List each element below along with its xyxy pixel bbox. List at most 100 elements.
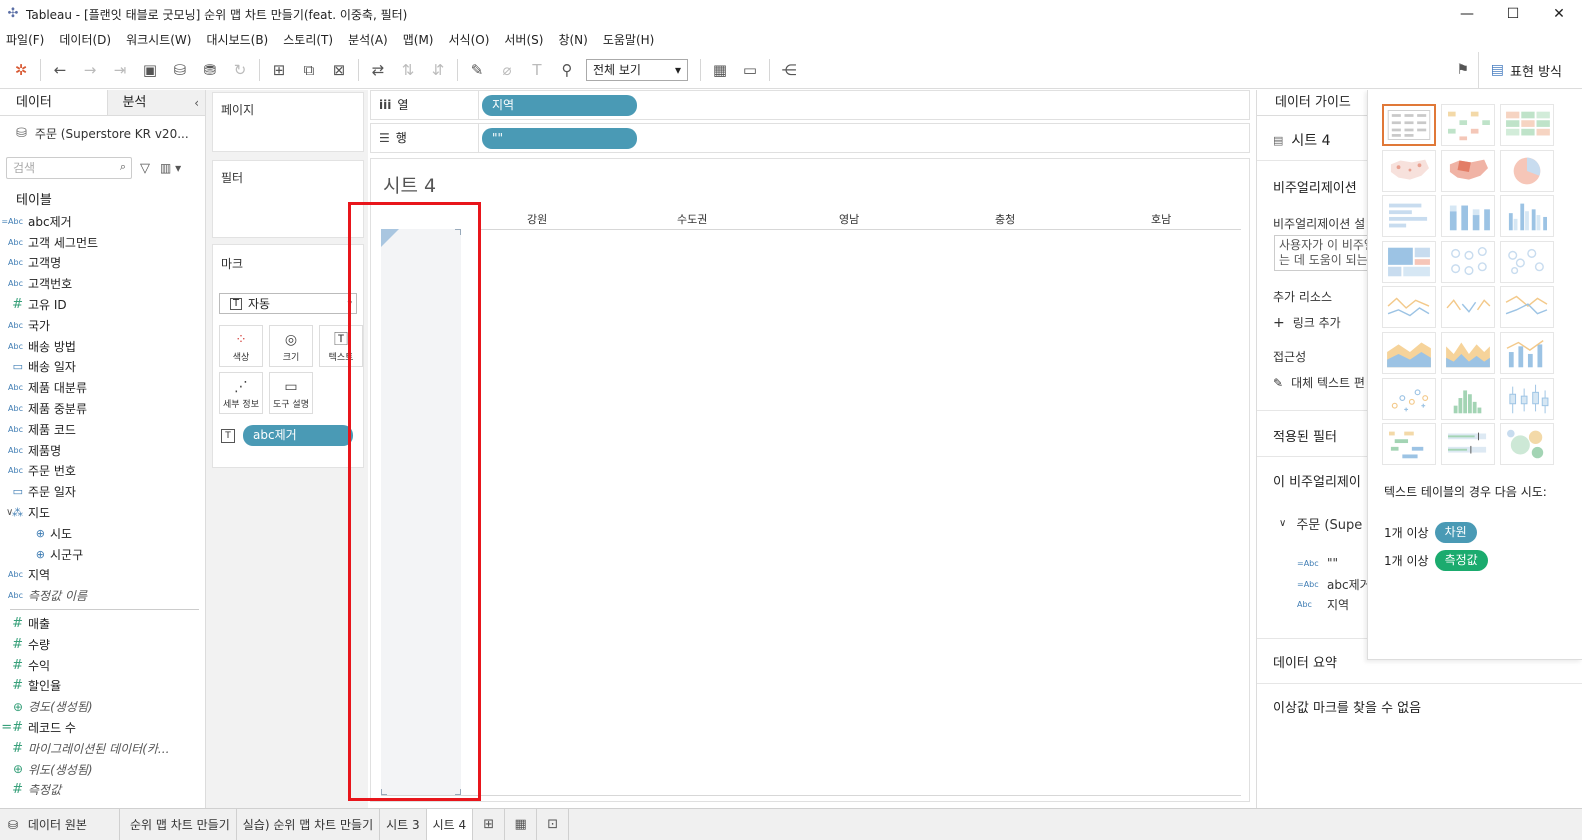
histogram-chart-icon[interactable] xyxy=(1441,377,1495,420)
refresh-icon[interactable]: ↻ xyxy=(229,59,251,81)
sort-ascending-icon[interactable]: ⇅ xyxy=(397,59,419,81)
clear-sheet-icon[interactable]: ⊠ xyxy=(328,59,350,81)
fit-select[interactable]: 전체 보기 ▾ xyxy=(586,58,688,81)
field-item[interactable]: ∨ ⁂ 지도 xyxy=(0,502,205,523)
new-story-icon[interactable]: ⊡ xyxy=(537,809,570,840)
highlight-table-chart-icon[interactable] xyxy=(1500,104,1554,146)
field-item[interactable]: ⊕ 시군구 xyxy=(0,544,205,565)
continuous-lines-chart-icon[interactable] xyxy=(1382,286,1436,329)
view-options-icon[interactable]: ▥ ▾ xyxy=(160,161,181,175)
menu-dashboard[interactable]: 대시보드(B) xyxy=(206,31,268,48)
fix-axes-icon[interactable]: ⚲ xyxy=(556,59,578,81)
sheet-tab[interactable]: 순위 맵 차트 만들기 xyxy=(120,809,237,840)
field-item[interactable]: ⊕ 시도 xyxy=(0,523,205,544)
box-whisker-chart-icon[interactable] xyxy=(1500,377,1554,420)
menu-help[interactable]: 도움말(H) xyxy=(603,31,655,48)
filters-card[interactable]: 필터 xyxy=(212,160,364,238)
show-labels-icon[interactable]: T xyxy=(526,59,548,81)
circle-views-chart-icon[interactable] xyxy=(1441,240,1495,283)
field-item[interactable]: =# 레코드 수 xyxy=(0,717,205,738)
field-item[interactable]: Abc 제품명 xyxy=(0,440,205,461)
field-item[interactable]: ▭ 배송 일자 xyxy=(0,357,205,378)
new-worksheet-icon[interactable]: ⊞ xyxy=(473,809,506,840)
filled-map-chart-icon[interactable] xyxy=(1441,149,1495,192)
alt-text-button[interactable]: ✎ 대체 텍스트 편 xyxy=(1273,374,1365,391)
menu-analysis[interactable]: 분석(A) xyxy=(348,31,388,48)
field-item[interactable]: ⊕ 경도(생성됨) xyxy=(0,696,205,717)
used-field-item[interactable]: Abc 지역 xyxy=(1297,596,1349,613)
menu-window[interactable]: 창(N) xyxy=(558,31,587,48)
detail-button[interactable]: ⋰ 세부 정보 xyxy=(219,372,263,414)
field-item[interactable]: # 할인율 xyxy=(0,676,205,697)
pause-updates-icon[interactable]: ⛃ xyxy=(199,59,221,81)
size-button[interactable]: ◎ 크기 xyxy=(269,325,313,367)
mark-type-select[interactable]: T 자동 ▾ xyxy=(219,293,357,314)
new-datasource-icon[interactable]: ⛁ xyxy=(169,59,191,81)
field-item[interactable]: Abc 제품 코드 xyxy=(0,419,205,440)
menu-worksheet[interactable]: 워크시트(W) xyxy=(126,31,191,48)
datasource-item[interactable]: ⛁ 주문 (Superstore KR v20... xyxy=(0,119,205,147)
collapse-pane-icon[interactable]: ‹ xyxy=(194,90,199,116)
column-header[interactable]: 호남 xyxy=(1151,211,1171,227)
field-item[interactable]: Abc 국가 xyxy=(0,315,205,336)
show-me-button[interactable]: ▤ 표현 방식 xyxy=(1477,52,1582,88)
field-item[interactable]: Abc 측정값 이름 xyxy=(0,585,205,606)
show-cards-icon[interactable]: ▦ xyxy=(709,59,731,81)
dual-combination-chart-icon[interactable] xyxy=(1500,331,1554,374)
field-item[interactable]: Abc 주문 번호 xyxy=(0,461,205,482)
side-by-side-bars-chart-icon[interactable] xyxy=(1500,195,1554,238)
bullet-graph-chart-icon[interactable] xyxy=(1441,423,1495,466)
horizontal-bars-chart-icon[interactable] xyxy=(1382,195,1436,238)
field-item[interactable]: # 측정값 xyxy=(0,780,205,801)
field-item[interactable]: Abc 제품 중분류 xyxy=(0,398,205,419)
menu-format[interactable]: 서식(O) xyxy=(449,31,490,48)
sort-descending-icon[interactable]: ⇵ xyxy=(427,59,449,81)
new-dashboard-icon[interactable]: ▦ xyxy=(505,809,538,840)
column-header[interactable]: 충청 xyxy=(995,211,1015,227)
minimize-button[interactable]: — xyxy=(1444,0,1490,28)
menu-server[interactable]: 서버(S) xyxy=(504,31,543,48)
swap-rows-columns-icon[interactable]: ⇄ xyxy=(367,59,389,81)
add-link-button[interactable]: + 링크 추가 xyxy=(1273,314,1341,331)
gantt-chart-icon[interactable] xyxy=(1382,423,1436,466)
field-item[interactable]: # 수익 xyxy=(0,655,205,676)
share-icon[interactable]: ⋲ xyxy=(778,59,800,81)
dual-lines-chart-icon[interactable] xyxy=(1500,286,1554,329)
sheet-tab[interactable]: 시트 3 xyxy=(380,809,427,840)
field-item[interactable]: ⊕ 위도(생성됨) xyxy=(0,759,205,780)
tooltip-button[interactable]: ▭ 도구 설명 xyxy=(269,372,313,414)
symbol-map-chart-icon[interactable] xyxy=(1382,149,1436,192)
area-continuous-chart-icon[interactable] xyxy=(1382,331,1436,374)
maximize-button[interactable]: ☐ xyxy=(1490,0,1536,28)
marks-field-pill[interactable]: abc제거 xyxy=(243,425,353,446)
area-discrete-chart-icon[interactable] xyxy=(1441,331,1495,374)
columns-pill[interactable]: 지역 xyxy=(482,94,637,116)
redo-icon[interactable]: → xyxy=(79,59,101,81)
pie-chart-icon[interactable] xyxy=(1500,149,1554,192)
highlight-icon[interactable]: ✎ xyxy=(466,59,488,81)
field-item[interactable]: # 수량 xyxy=(0,634,205,655)
field-search-input[interactable] xyxy=(6,157,132,179)
save-icon[interactable]: ▣ xyxy=(139,59,161,81)
text-table-chart-icon[interactable] xyxy=(1382,104,1436,146)
field-item[interactable]: # 매출 xyxy=(0,613,205,634)
column-header[interactable]: 강원 xyxy=(527,211,547,227)
heat-map-chart-icon[interactable] xyxy=(1441,104,1495,146)
side-by-side-circles-chart-icon[interactable] xyxy=(1500,240,1554,283)
replay-icon[interactable]: ⇥ xyxy=(109,59,131,81)
color-button[interactable]: ⁘ 색상 xyxy=(219,325,263,367)
field-item[interactable]: ▭ 주문 일자 xyxy=(0,481,205,502)
field-item[interactable]: =Abc abc제거 xyxy=(0,211,205,232)
close-button[interactable]: ✕ xyxy=(1536,0,1582,28)
sheet-tab[interactable]: 실습) 순위 맵 차트 만들기 xyxy=(237,809,381,840)
group-icon[interactable]: ⌀ xyxy=(496,59,518,81)
ds-tree-item[interactable]: ∨ 주문 (Supe xyxy=(1279,514,1362,533)
column-header[interactable]: 수도권 xyxy=(677,211,707,227)
new-worksheet-icon[interactable]: ⊞ xyxy=(268,59,290,81)
field-item[interactable]: Abc 고객번호 xyxy=(0,273,205,294)
field-item[interactable]: Abc 지역 xyxy=(0,565,205,586)
field-item[interactable]: # 고유 ID xyxy=(0,294,205,315)
discrete-lines-chart-icon[interactable] xyxy=(1441,286,1495,329)
duplicate-sheet-icon[interactable]: ⧉ xyxy=(298,59,320,81)
tab-data[interactable]: 데이터 xyxy=(0,90,107,115)
